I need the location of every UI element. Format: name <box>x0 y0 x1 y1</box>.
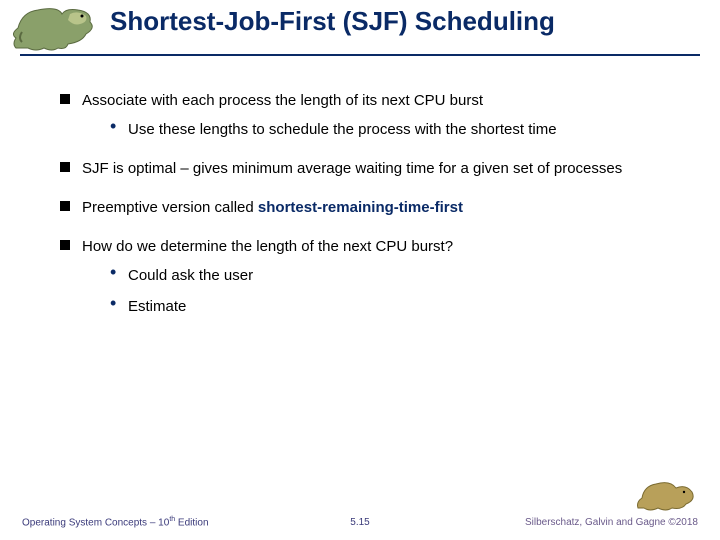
bullet-item: How do we determine the length of the ne… <box>60 236 680 317</box>
footer: Operating System Concepts – 10th Edition… <box>0 508 720 528</box>
content-body: Associate with each process the length o… <box>60 90 680 335</box>
slide: Shortest-Job-First (SJF) Scheduling Asso… <box>0 0 720 540</box>
sub-bullet-list: Could ask the user Estimate <box>110 265 680 317</box>
term-srtf: shortest-remaining-time-first <box>258 199 463 216</box>
sub-bullet-item: Use these lengths to schedule the proces… <box>110 119 680 140</box>
bullet-item: Preemptive version called shortest-remai… <box>60 197 680 218</box>
sub-bullet-item: Estimate <box>110 296 680 317</box>
bullet-text: How do we determine the length of the ne… <box>82 238 453 255</box>
bullet-item: Associate with each process the length o… <box>60 90 680 140</box>
sub-bullet-text: Use these lengths to schedule the proces… <box>128 121 557 138</box>
bullet-text: SJF is optimal – gives minimum average w… <box>82 160 622 177</box>
copyright: Silberschatz, Galvin and Gagne ©2018 <box>525 517 698 528</box>
dinosaur-icon <box>8 2 98 54</box>
bullet-item: SJF is optimal – gives minimum average w… <box>60 158 680 179</box>
bullet-text: Preemptive version called <box>82 199 258 216</box>
footer-right: Silberschatz, Galvin and Gagne ©2018 <box>525 517 698 528</box>
title-rule <box>20 54 700 56</box>
sub-bullet-text: Could ask the user <box>128 267 253 284</box>
bullet-text: Associate with each process the length o… <box>82 92 483 109</box>
sub-bullet-item: Could ask the user <box>110 265 680 286</box>
sub-bullet-text: Estimate <box>128 298 186 315</box>
sub-bullet-list: Use these lengths to schedule the proces… <box>110 119 680 140</box>
header: Shortest-Job-First (SJF) Scheduling <box>0 0 720 60</box>
page-number: 5.15 <box>350 517 369 528</box>
bullet-list: Associate with each process the length o… <box>60 90 680 317</box>
slide-title: Shortest-Job-First (SJF) Scheduling <box>110 6 700 37</box>
